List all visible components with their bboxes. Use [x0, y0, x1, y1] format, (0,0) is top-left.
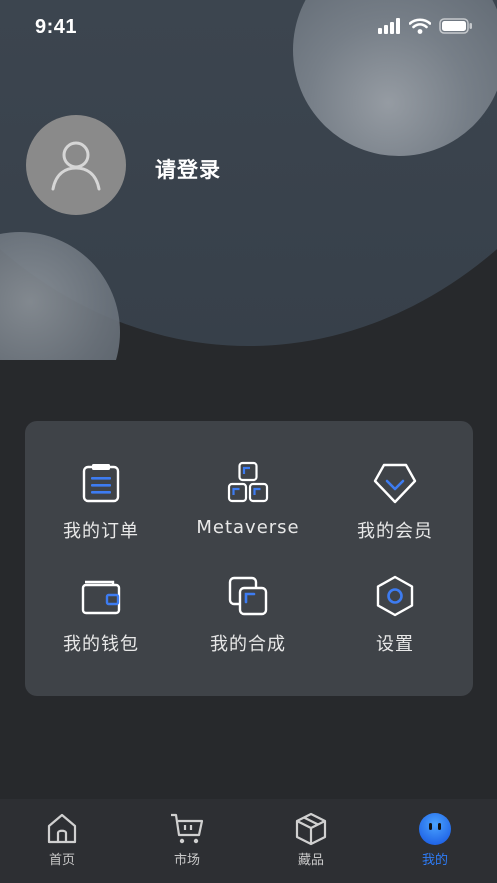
menu-item-wallet[interactable]: 我的钱包	[27, 574, 175, 684]
membership-diamond-icon	[373, 463, 417, 504]
login-link[interactable]: 请登录	[155, 154, 221, 184]
menu-item-metaverse[interactable]: Metaverse	[174, 461, 322, 571]
status-bar: 9:41	[0, 0, 497, 56]
home-icon	[47, 813, 77, 844]
wifi-icon	[409, 18, 431, 34]
tab-label-market: 市场	[173, 853, 200, 868]
user-icon	[51, 141, 101, 191]
menu-label-membership: 我的会员	[357, 521, 433, 542]
menu-grid: 我的订单 Metaverse 我的会员 我的钱包 我的合成 设置	[25, 421, 473, 696]
tab-home[interactable]: 首页	[17, 811, 107, 868]
menu-label-settings: 设置	[376, 634, 414, 655]
wallet-icon	[81, 580, 121, 615]
profile-face-icon	[419, 813, 451, 845]
tab-label-mine: 我的	[421, 853, 448, 868]
tab-collection[interactable]: 藏品	[266, 811, 356, 868]
tab-market[interactable]: 市场	[142, 811, 232, 868]
status-time: 9:41	[35, 16, 78, 38]
settings-hexagon-icon	[376, 575, 414, 617]
menu-item-membership[interactable]: 我的会员	[321, 461, 469, 571]
metaverse-blocks-icon	[227, 461, 269, 503]
signal-icon	[378, 18, 400, 34]
menu-label-metaverse: Metaverse	[196, 517, 300, 538]
menu-label-synthesis: 我的合成	[210, 634, 286, 655]
status-icons	[377, 18, 473, 34]
box-icon	[295, 812, 327, 846]
menu-item-orders[interactable]: 我的订单	[27, 461, 175, 571]
avatar[interactable]	[26, 115, 126, 215]
order-list-icon	[82, 464, 120, 503]
menu-label-wallet: 我的钱包	[63, 634, 139, 655]
menu-item-settings[interactable]: 设置	[321, 574, 469, 684]
tab-bar: 首页 市场 藏品 我的	[0, 799, 497, 883]
battery-icon	[439, 18, 472, 34]
tab-mine[interactable]: 我的	[390, 811, 480, 868]
tab-label-home: 首页	[48, 853, 75, 868]
menu-label-orders: 我的订单	[63, 521, 139, 542]
menu-item-synthesis[interactable]: 我的合成	[174, 574, 322, 684]
cart-icon	[171, 813, 204, 844]
tab-label-collection: 藏品	[297, 853, 324, 868]
synthesis-icon	[228, 576, 268, 616]
